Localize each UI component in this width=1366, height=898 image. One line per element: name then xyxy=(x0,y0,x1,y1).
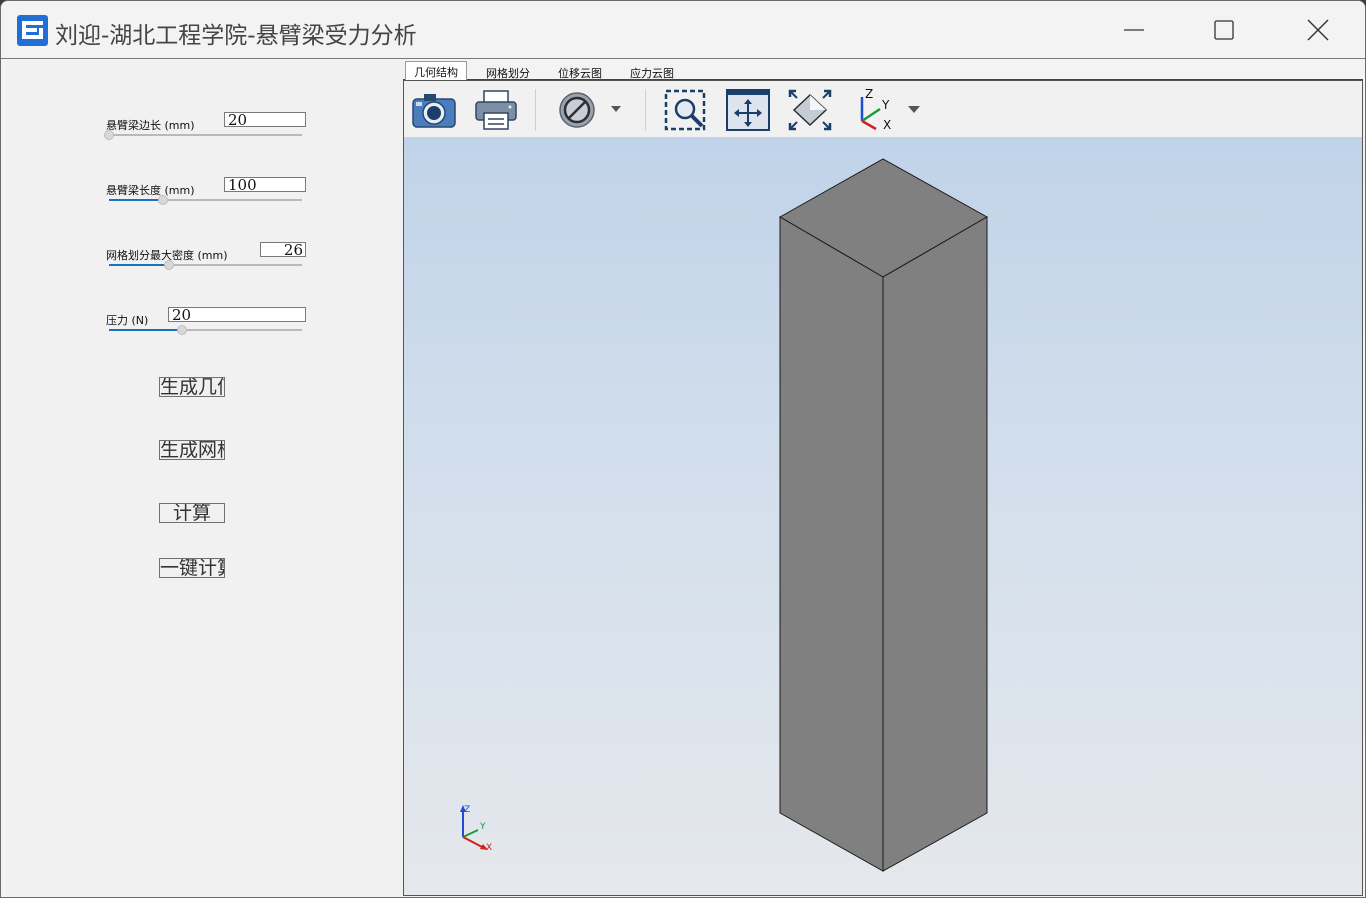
slider-fill xyxy=(109,264,169,266)
param-edge-length: 悬臂梁边长 (mm) xyxy=(5,112,403,157)
view-orientation-dropdown[interactable]: Z Y X xyxy=(850,87,926,133)
edge-length-input[interactable] xyxy=(224,112,306,127)
param-label: 悬臂梁边长 (mm) xyxy=(106,119,195,132)
pan-button[interactable] xyxy=(786,87,834,133)
slider-fill xyxy=(109,329,183,331)
edge-length-slider[interactable] xyxy=(104,130,302,140)
maximize-icon xyxy=(1214,20,1234,40)
close-button[interactable] xyxy=(1273,1,1363,59)
mesh-density-input[interactable] xyxy=(260,242,306,257)
triad-x-label: X xyxy=(486,843,492,853)
fit-all-icon xyxy=(726,89,770,131)
generate-geometry-button[interactable]: 生成几何 xyxy=(159,377,225,397)
param-mesh-density: 网格划分最大密度 (mm) xyxy=(5,242,403,287)
tab-geometry[interactable]: 几何结构 xyxy=(405,61,467,81)
app-logo-icon xyxy=(17,15,48,46)
tab-mesh[interactable]: 网格划分 xyxy=(478,63,538,81)
beam-length-input[interactable] xyxy=(224,177,306,192)
slider-thumb[interactable] xyxy=(104,130,114,140)
beam-length-slider[interactable] xyxy=(109,195,302,205)
svg-text:Y: Y xyxy=(881,98,890,112)
parameter-panel: 悬臂梁边长 (mm) 悬臂梁长度 (mm) 网格划分最大密度 (mm) xyxy=(5,60,403,896)
param-beam-length: 悬臂梁长度 (mm) xyxy=(5,177,403,222)
svg-text:X: X xyxy=(883,118,891,132)
app-window: 刘迎-湖北工程学院-悬臂梁受力分析 悬臂梁边长 (mm) 20 悬臂梁长度 (m… xyxy=(0,0,1366,898)
zoom-box-icon xyxy=(664,89,706,131)
camera-icon xyxy=(412,94,456,128)
3d-viewer[interactable]: Z Y X Z Y X xyxy=(403,80,1363,896)
tab-stress[interactable]: 应力云图 xyxy=(622,63,682,81)
viewer-panel: 几何结构 网格划分 位移云图 应力云图 Z Y X Z Y X xyxy=(403,60,1363,896)
title-bar[interactable]: 刘迎-湖北工程学院-悬臂梁受力分析 xyxy=(1,1,1365,59)
param-label: 悬臂梁长度 (mm) xyxy=(106,184,195,197)
axes-icon: Z Y X xyxy=(860,87,920,132)
triad-y-label: Y xyxy=(479,822,486,832)
tab-displacement[interactable]: 位移云图 xyxy=(550,63,610,81)
one-click-compute-button[interactable]: 一键计算 xyxy=(159,558,225,578)
toolbar-separator xyxy=(645,89,646,131)
force-input[interactable] xyxy=(168,307,306,322)
generate-mesh-button[interactable]: 生成网格 xyxy=(159,440,225,460)
mesh-density-slider[interactable] xyxy=(109,260,302,270)
zoom-window-button[interactable] xyxy=(662,87,710,133)
scene-canvas[interactable]: Z Y X xyxy=(404,137,1362,895)
slider-fill xyxy=(109,199,164,201)
force-slider[interactable] xyxy=(109,325,302,335)
cantilever-beam xyxy=(778,158,989,872)
axes-triad: Z Y X xyxy=(460,805,492,853)
print-button[interactable] xyxy=(472,87,520,133)
minimize-icon xyxy=(1124,29,1144,31)
slider-thumb[interactable] xyxy=(177,325,188,335)
maximize-button[interactable] xyxy=(1179,1,1269,59)
slider-thumb[interactable] xyxy=(158,195,169,205)
compute-button[interactable]: 计算 xyxy=(159,503,225,523)
pan-icon xyxy=(788,89,832,131)
slider-thumb[interactable] xyxy=(163,260,174,270)
param-label: 压力 (N) xyxy=(106,314,149,327)
triad-z-label: Z xyxy=(464,805,470,815)
hide-icon xyxy=(559,92,621,128)
param-force: 压力 (N) xyxy=(5,307,403,352)
close-icon xyxy=(1307,19,1329,41)
printer-icon xyxy=(475,90,517,130)
svg-text:Z: Z xyxy=(865,87,873,101)
screenshot-button[interactable] xyxy=(410,87,458,133)
toolbar-separator xyxy=(535,89,536,131)
viewer-toolbar: Z Y X xyxy=(404,81,1362,137)
tab-bar: 几何结构 网格划分 位移云图 应力云图 xyxy=(403,60,1363,81)
fit-all-button[interactable] xyxy=(724,87,772,133)
hide-dropdown-button[interactable] xyxy=(554,87,626,133)
minimize-button[interactable] xyxy=(1089,1,1179,59)
window-title: 刘迎-湖北工程学院-悬臂梁受力分析 xyxy=(55,23,417,49)
